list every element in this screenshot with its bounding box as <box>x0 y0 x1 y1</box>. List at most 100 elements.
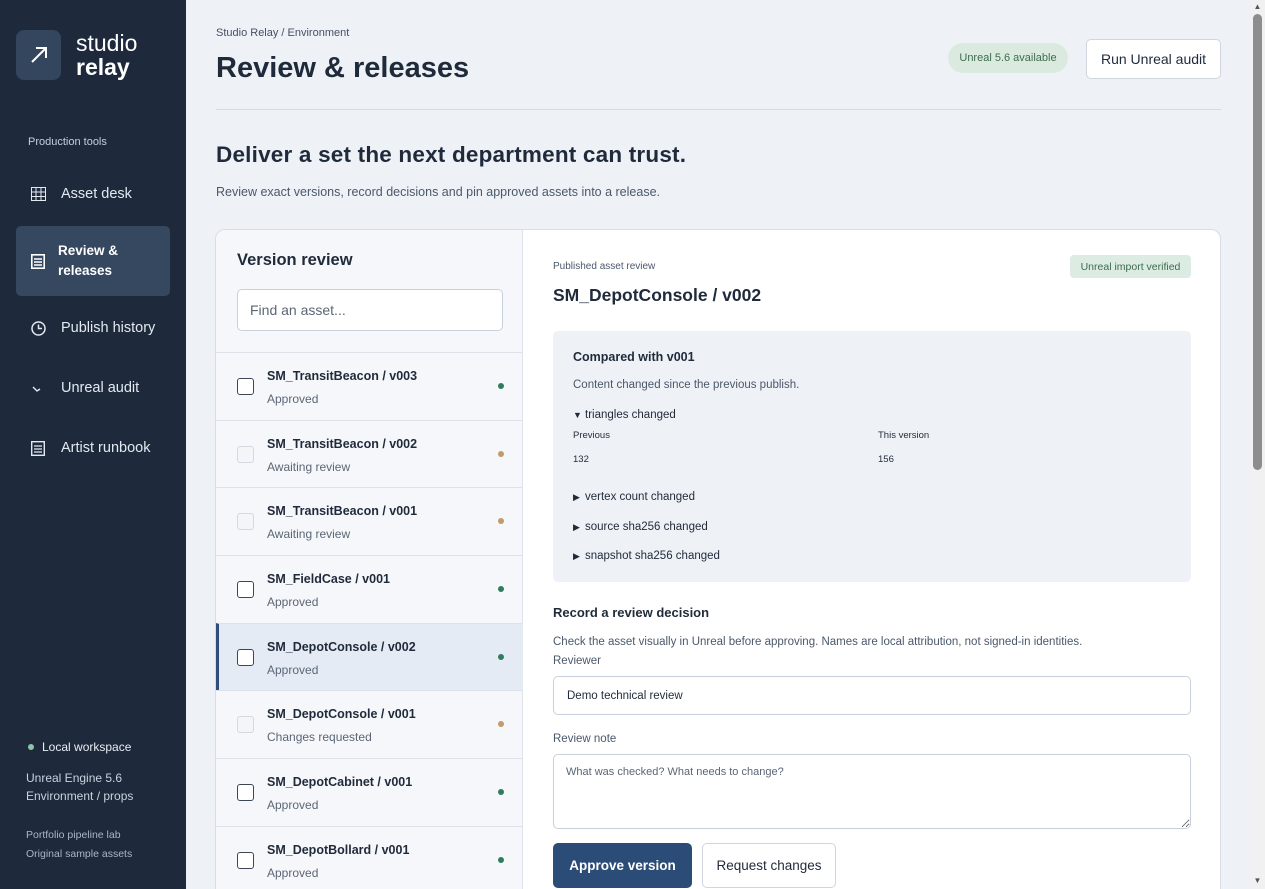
change-source-sha-toggle[interactable]: ▶ source sha256 changed <box>573 521 708 533</box>
version-row[interactable]: SM_DepotBollard / v001 Approved <box>216 825 523 889</box>
nav-section-label: Production tools <box>28 136 107 148</box>
sidebar-item-label: Unreal audit <box>61 380 140 396</box>
page-scrollbar[interactable]: ▲ ▼ <box>1250 0 1265 889</box>
version-review-panel: Version review SM_TransitBeacon / v003 Ap… <box>216 230 523 889</box>
status-dot <box>498 653 504 660</box>
logo-text-relay: relay <box>76 54 130 80</box>
sidebar-item-label: Publish history <box>61 320 156 336</box>
run-unreal-audit-button[interactable]: Run Unreal audit <box>1086 39 1221 79</box>
logo[interactable]: studio relay <box>16 30 137 80</box>
row-checkbox[interactable] <box>237 378 254 395</box>
workspace-status-label: Local workspace <box>42 740 132 754</box>
record-decision-title: Record a review decision <box>553 605 710 620</box>
row-asset-name: SM_DepotConsole / v001 <box>267 707 416 722</box>
status-dot <box>498 721 504 728</box>
status-dot <box>498 789 504 796</box>
version-row[interactable]: SM_DepotCabinet / v001 Approved <box>216 758 523 826</box>
row-status: Awaiting review <box>267 527 351 542</box>
clock-icon <box>28 320 48 336</box>
version-row[interactable]: SM_FieldCase / v001 Approved <box>216 555 523 623</box>
asset-review-panel: Published asset review Unreal import ver… <box>524 230 1220 889</box>
version-row[interactable]: SM_TransitBeacon / v001 Awaiting review <box>216 487 523 555</box>
row-status: Approved <box>267 662 319 677</box>
sidebar: studio relay Production tools Asset desk… <box>0 0 186 889</box>
change-label: source sha256 changed <box>585 521 708 533</box>
request-changes-button[interactable]: Request changes <box>702 843 836 888</box>
comparison-description: Content changed since the previous publi… <box>573 379 800 391</box>
version-row[interactable]: SM_DepotConsole / v002 Approved <box>216 622 523 691</box>
status-dot <box>498 586 504 593</box>
version-row[interactable]: SM_DepotConsole / v001 Changes requested <box>216 690 523 758</box>
grid-icon <box>28 187 48 201</box>
engine-info: Unreal Engine 5.6 Environment / props <box>26 769 176 805</box>
row-checkbox <box>237 716 254 734</box>
lab-assets: Original sample assets <box>26 848 133 860</box>
engine-scope: Environment / props <box>26 789 134 803</box>
this-version-value: 156 <box>878 454 894 465</box>
row-status: Approved <box>267 865 319 880</box>
change-snapshot-sha-toggle[interactable]: ▶ snapshot sha256 changed <box>573 550 720 562</box>
header-divider <box>216 109 1221 110</box>
row-asset-name: SM_DepotConsole / v002 <box>267 639 416 654</box>
engine-version: Unreal Engine 5.6 <box>26 771 123 785</box>
sidebar-item-label: Asset desk <box>61 186 132 202</box>
caret-down-icon: ▼ <box>573 410 582 420</box>
reviewer-input[interactable] <box>553 676 1191 715</box>
caret-right-icon: ▶ <box>573 492 580 502</box>
row-checkbox[interactable] <box>237 784 254 802</box>
version-row[interactable]: SM_TransitBeacon / v002 Awaiting review <box>216 419 523 488</box>
row-asset-name: SM_DepotCabinet / v001 <box>267 775 413 790</box>
change-triangles-toggle[interactable]: ▼ triangles changed <box>573 409 676 421</box>
workspace-status: Local workspace <box>26 740 176 754</box>
caret-right-icon: ▶ <box>573 522 580 532</box>
row-checkbox[interactable] <box>237 648 254 666</box>
sidebar-item-artist-runbook[interactable]: Artist runbook <box>16 418 170 478</box>
page-title: Review & releases <box>216 52 470 84</box>
previous-label: Previous <box>573 430 610 441</box>
version-row[interactable]: SM_TransitBeacon / v003 Approved <box>216 352 523 420</box>
asset-search-input[interactable] <box>237 289 503 331</box>
status-dot <box>498 518 504 525</box>
scrollbar-thumb[interactable] <box>1253 14 1262 470</box>
document-icon <box>28 440 48 456</box>
sidebar-item-review-releases[interactable]: Review & releases <box>16 226 170 296</box>
row-checkbox[interactable] <box>237 581 254 599</box>
row-asset-name: SM_TransitBeacon / v003 <box>267 369 418 383</box>
sidebar-item-asset-desk[interactable]: Asset desk <box>16 164 170 224</box>
scroll-down-icon[interactable]: ▼ <box>1253 876 1262 886</box>
change-label: triangles changed <box>585 409 676 421</box>
review-note-label: Review note <box>553 733 617 745</box>
change-vertex-toggle[interactable]: ▶ vertex count changed <box>573 491 695 503</box>
unreal-version-badge: Unreal 5.6 available <box>948 43 1068 73</box>
review-card: Version review SM_TransitBeacon / v003 Ap… <box>215 229 1221 889</box>
row-asset-name: SM_TransitBeacon / v001 <box>267 504 418 519</box>
caret-right-icon: ▶ <box>573 551 580 561</box>
breadcrumb: Studio Relay / Environment <box>216 27 350 39</box>
row-asset-name: SM_TransitBeacon / v002 <box>267 436 418 451</box>
logo-text-studio: studio <box>76 30 138 56</box>
review-note-input[interactable] <box>553 754 1191 829</box>
sidebar-item-unreal-audit[interactable]: Unreal audit <box>16 358 170 418</box>
row-checkbox[interactable] <box>237 851 254 869</box>
list-icon <box>28 253 48 269</box>
change-label: snapshot sha256 changed <box>585 550 720 562</box>
sidebar-item-label: Review & releases <box>58 243 119 278</box>
status-dot <box>28 744 34 750</box>
approve-version-button[interactable]: Approve version <box>553 843 692 888</box>
change-label: vertex count changed <box>585 491 695 503</box>
status-dot <box>498 450 504 457</box>
status-dot <box>498 383 504 389</box>
row-checkbox <box>237 445 254 463</box>
status-dot <box>498 856 504 863</box>
row-status: Approved <box>267 595 319 610</box>
lab-info: Portfolio pipeline lab Original sample a… <box>26 826 176 864</box>
comparison-title: Compared with v001 <box>573 350 695 364</box>
scroll-up-icon[interactable]: ▲ <box>1253 2 1262 12</box>
row-asset-name: SM_DepotBollard / v001 <box>267 842 410 857</box>
lab-name: Portfolio pipeline lab <box>26 829 121 841</box>
version-list: SM_TransitBeacon / v003 Approved SM_Transi… <box>216 352 523 889</box>
row-status: Approved <box>267 798 319 813</box>
reviewer-label: Reviewer <box>553 655 601 667</box>
sidebar-item-publish-history[interactable]: Publish history <box>16 298 170 358</box>
pulse-icon <box>28 383 48 393</box>
